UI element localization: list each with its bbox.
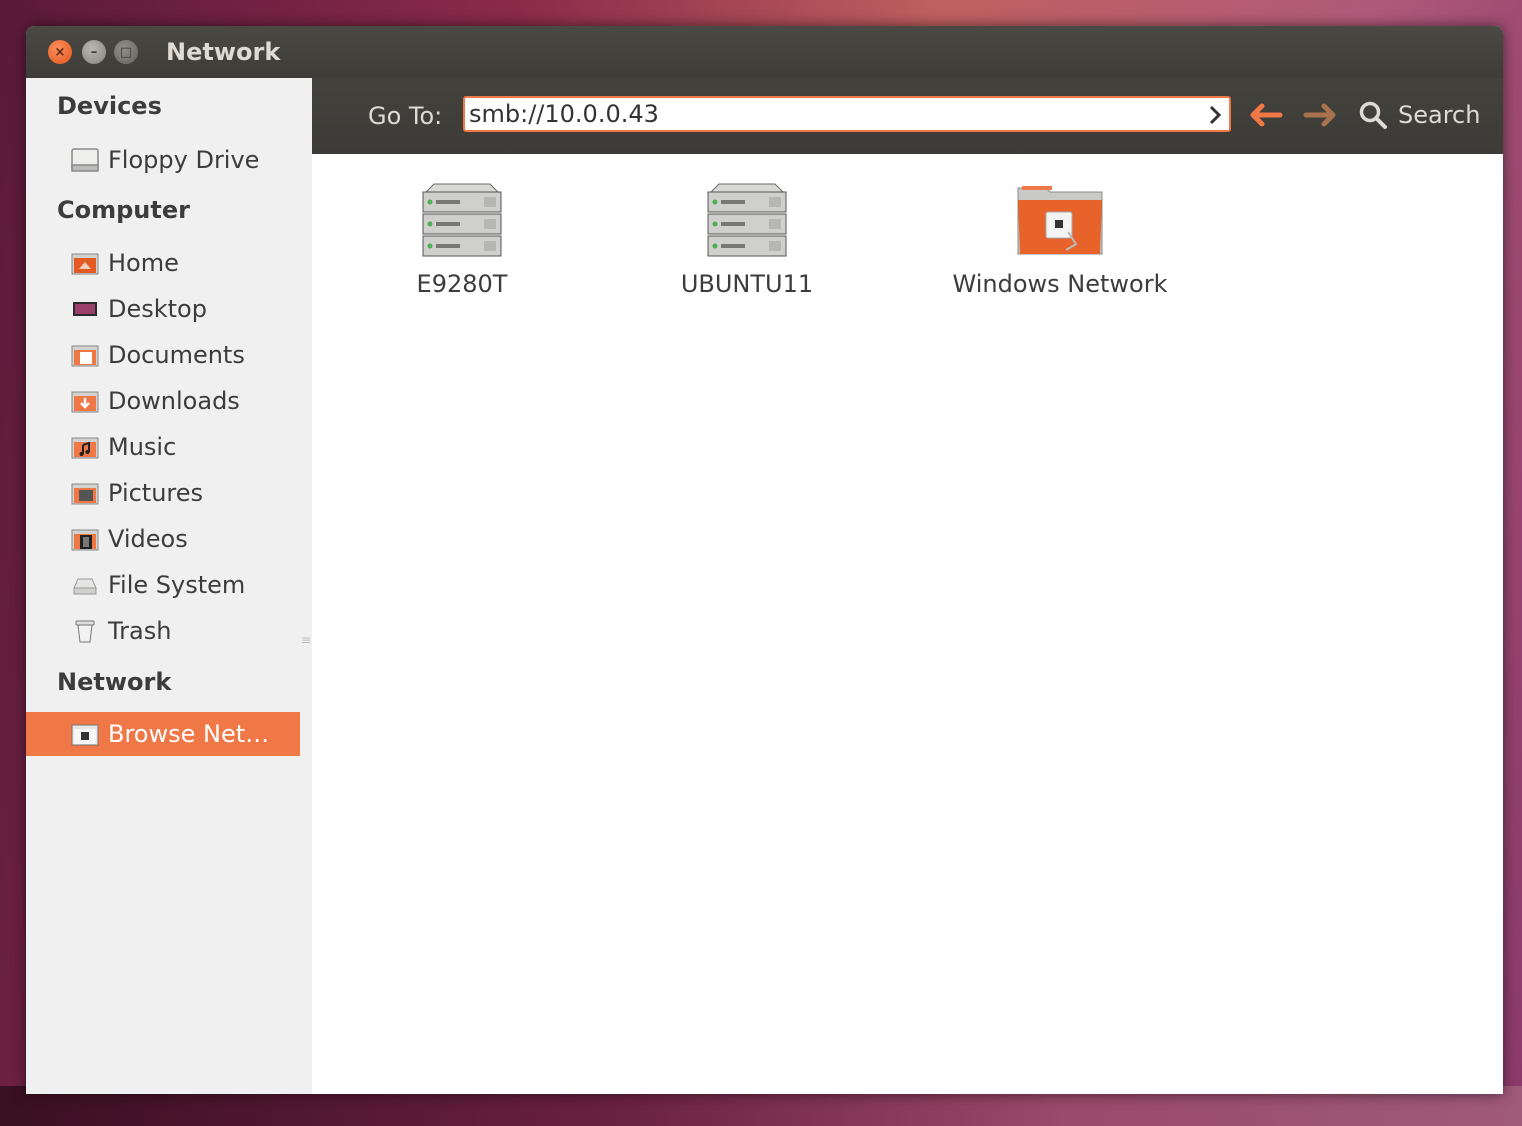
- sidebar-item-trash[interactable]: Trash: [26, 609, 300, 653]
- location-toolbar: Go To: Search: [312, 78, 1503, 154]
- trash-icon: [70, 616, 100, 646]
- sidebar-item-label: Trash: [108, 617, 172, 645]
- maximize-icon: □: [119, 44, 133, 60]
- sidebar-item-label: Music: [108, 433, 177, 461]
- videos-folder-icon: [70, 524, 100, 554]
- sidebar-item-label: Floppy Drive: [108, 146, 260, 174]
- sidebar-item-downloads[interactable]: Downloads: [26, 379, 300, 423]
- goto-label: Go To:: [368, 102, 443, 130]
- sidebar-heading-devices: Devices: [57, 92, 162, 120]
- sidebar-item-label: Pictures: [108, 479, 204, 507]
- search-icon: [1359, 101, 1387, 129]
- sidebar-item-label: Home: [108, 249, 179, 277]
- sidebar-item-home[interactable]: Home: [26, 241, 300, 285]
- search-label: Search: [1398, 101, 1481, 129]
- file-item-e9280t[interactable]: E9280T: [332, 174, 592, 298]
- sidebar-resize-handle[interactable]: ≡: [301, 633, 311, 647]
- search-button[interactable]: Search: [1358, 96, 1480, 134]
- close-icon: ×: [54, 44, 66, 60]
- file-view: E9280T UBUNTU11 Windows Network: [312, 154, 1503, 1094]
- sidebar-item-label: Documents: [108, 341, 245, 369]
- sidebar-item-label: File System: [108, 571, 246, 599]
- sidebar-item-file-system[interactable]: File System: [26, 563, 300, 607]
- sidebar-item-floppy-drive[interactable]: Floppy Drive: [26, 138, 300, 182]
- floppy-drive-icon: [70, 145, 100, 175]
- file-item-name: E9280T: [416, 270, 508, 298]
- forward-arrow-icon: [1303, 103, 1336, 127]
- sidebar-item-label: Browse Net…: [108, 720, 270, 748]
- chevron-right-icon: [1209, 105, 1222, 125]
- back-button[interactable]: [1246, 98, 1286, 132]
- go-button[interactable]: [1202, 100, 1228, 130]
- places-sidebar: Devices Floppy Drive Computer Home Deskt…: [26, 78, 312, 1094]
- forward-button[interactable]: [1300, 98, 1340, 132]
- server-icon: [702, 174, 792, 258]
- back-arrow-icon: [1250, 103, 1283, 127]
- file-manager-window: × – □ Network Devices Floppy Drive Compu…: [26, 26, 1503, 1094]
- desktop-icon: [70, 294, 100, 324]
- sidebar-item-label: Desktop: [108, 295, 207, 323]
- sidebar-item-desktop[interactable]: Desktop: [26, 287, 300, 331]
- downloads-folder-icon: [70, 386, 100, 416]
- title-bar: × – □ Network: [26, 26, 1503, 78]
- sidebar-item-browse-network[interactable]: Browse Net…: [26, 712, 300, 756]
- minimize-icon: –: [90, 44, 98, 60]
- minimize-window-button[interactable]: –: [82, 40, 106, 64]
- documents-folder-icon: [70, 340, 100, 370]
- maximize-window-button[interactable]: □: [114, 40, 138, 64]
- sidebar-heading-network: Network: [57, 668, 172, 696]
- server-icon: [417, 174, 507, 258]
- close-window-button[interactable]: ×: [48, 40, 72, 64]
- file-system-icon: [70, 570, 100, 600]
- music-folder-icon: [70, 432, 100, 462]
- file-item-name: UBUNTU11: [680, 270, 814, 298]
- sidebar-heading-computer: Computer: [57, 196, 190, 224]
- window-title: Network: [166, 38, 281, 66]
- pictures-folder-icon: [70, 478, 100, 508]
- network-folder-icon: [70, 719, 100, 749]
- sidebar-item-pictures[interactable]: Pictures: [26, 471, 300, 515]
- sidebar-item-label: Downloads: [108, 387, 240, 415]
- file-item-name: Windows Network: [952, 270, 1168, 298]
- sidebar-item-videos[interactable]: Videos: [26, 517, 300, 561]
- location-input[interactable]: [463, 96, 1231, 132]
- sidebar-item-music[interactable]: Music: [26, 425, 300, 469]
- sidebar-item-label: Videos: [108, 525, 188, 553]
- file-item-windows-network[interactable]: Windows Network: [930, 174, 1190, 298]
- home-folder-icon: [70, 248, 100, 278]
- file-item-ubuntu11[interactable]: UBUNTU11: [617, 174, 877, 298]
- network-folder-icon: [1015, 174, 1105, 258]
- sidebar-item-documents[interactable]: Documents: [26, 333, 300, 377]
